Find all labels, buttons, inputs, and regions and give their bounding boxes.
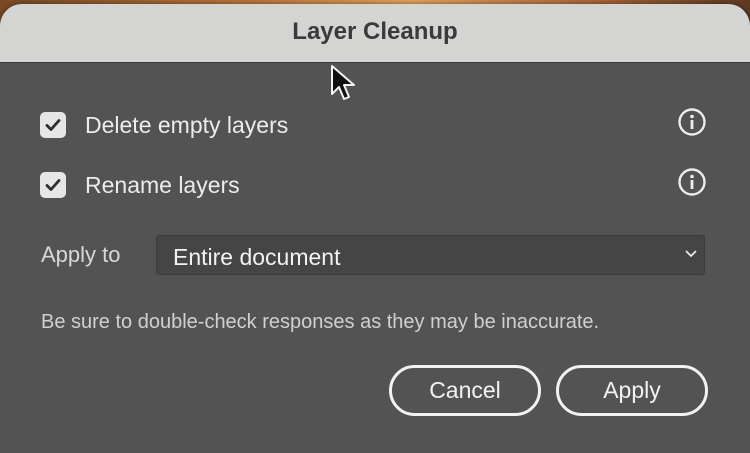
apply-to-dropdown[interactable]: Entire document [156,235,705,275]
checkmark-icon [45,179,61,191]
chevron-down-icon [685,250,697,257]
delete-empty-layers-label: Delete empty layers [85,111,289,138]
info-icon[interactable] [677,167,707,197]
rename-layers-label: Rename layers [85,171,240,198]
checkmark-icon [45,119,61,131]
option-delete-empty-layers[interactable]: Delete empty layers [40,110,288,140]
dialog-title: Layer Cleanup [292,18,458,45]
option-rename-layers[interactable]: Rename layers [40,170,240,200]
apply-to-label: Apply to [41,242,121,267]
apply-button[interactable]: Apply [556,365,708,416]
rename-layers-checkbox[interactable] [40,172,66,198]
disclaimer-text: Be sure to double-check responses as the… [41,311,600,333]
layer-cleanup-dialog: Layer Cleanup Delete empty layers Rename… [0,4,750,453]
dialog-titlebar[interactable]: Layer Cleanup [0,4,750,63]
mouse-cursor-icon [331,65,355,100]
cancel-button[interactable]: Cancel [389,365,541,416]
delete-empty-layers-checkbox[interactable] [40,112,66,138]
info-icon[interactable] [677,107,707,137]
apply-to-selected-value: Entire document [173,244,341,270]
